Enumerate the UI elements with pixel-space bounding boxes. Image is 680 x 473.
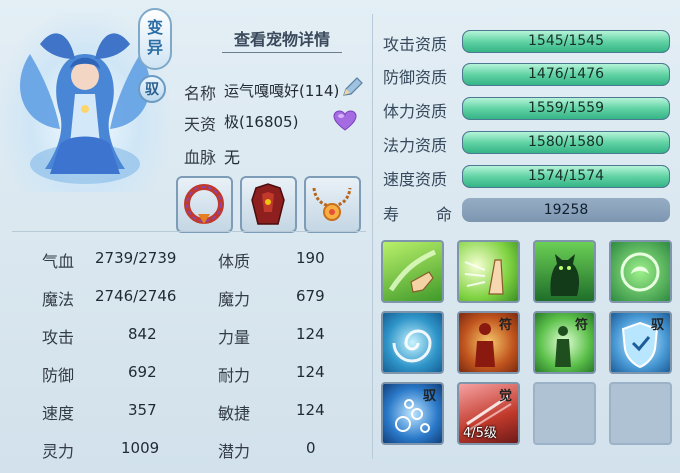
aptitude-bar-value: 1580/1580 <box>528 134 604 150</box>
skill-cat-shadow-icon <box>550 254 580 296</box>
stat-value: 842 <box>128 325 157 343</box>
aptitude-bar-label: 攻击资质 <box>383 35 448 54</box>
stat-label: 攻击 <box>42 328 75 347</box>
name-label: 名称 <box>184 84 217 103</box>
stat-label: 体质 <box>218 252 251 271</box>
rename-pencil-icon[interactable] <box>339 76 365 100</box>
necklace-icon <box>312 187 352 221</box>
skill-badge-yu: 驭 <box>651 318 665 333</box>
skill-slot[interactable]: 符 <box>533 311 596 374</box>
skill-hand-swipe-icon <box>388 249 437 293</box>
tame-tag: 驭 <box>138 75 166 103</box>
stats-divider <box>12 231 366 232</box>
skill-water-vortex-icon <box>392 329 432 363</box>
aptitude-bar-magic: 1580/1580 <box>462 131 670 154</box>
collar-icon <box>184 184 224 224</box>
stat-value: 190 <box>296 249 325 267</box>
skill-slot[interactable]: 驭 <box>609 311 672 374</box>
stat-label: 灵力 <box>42 442 75 461</box>
skill-awaken-level: 4/5级 <box>463 426 497 441</box>
stat-value: 0 <box>306 439 316 457</box>
stat-value: 124 <box>296 325 325 343</box>
aptitude-bar-label: 速度资质 <box>383 170 448 189</box>
stat-value: 124 <box>296 401 325 419</box>
aptitude-label: 天资 <box>184 115 217 134</box>
panel-divider <box>372 14 373 459</box>
aptitude-bar-value: 1559/1559 <box>528 100 604 116</box>
skill-badge-yu: 驭 <box>423 389 437 404</box>
pet-name-value: 运气嘎嘎好(114) <box>224 82 340 100</box>
aptitude-bar-label: 防御资质 <box>383 68 448 87</box>
equipment-slot-necklace[interactable] <box>304 176 361 233</box>
skill-shield-swirl-icon <box>620 252 660 292</box>
skill-slot[interactable] <box>457 240 520 303</box>
skill-slot[interactable] <box>381 311 444 374</box>
aptitude-bar-label: 法力资质 <box>383 136 448 155</box>
aptitude-bar-stamina: 1559/1559 <box>462 97 670 120</box>
bloodline-value: 无 <box>224 148 241 167</box>
stat-value: 2739/2739 <box>95 249 177 267</box>
equipment-slot-collar[interactable] <box>176 176 233 233</box>
skill-slot[interactable]: 驭 <box>381 382 444 445</box>
aptitude-bar-label: 体力资质 <box>383 102 448 121</box>
skill-badge-fu: 符 <box>499 318 513 333</box>
stat-label: 防御 <box>42 366 75 385</box>
aptitude-value: 极(16805) <box>224 113 299 131</box>
stat-label: 耐力 <box>218 366 251 385</box>
stat-value: 2746/2746 <box>95 287 177 305</box>
skill-slot[interactable] <box>609 240 672 303</box>
skill-slot[interactable] <box>381 240 444 303</box>
skill-slot[interactable]: 觉 4/5级 <box>457 382 520 445</box>
view-pet-details-link[interactable]: 查看宠物详情 <box>222 28 342 53</box>
stat-label: 魔法 <box>42 290 75 309</box>
aptitude-bar-value: 1545/1545 <box>528 33 604 49</box>
pet-detail-panel: 变异 驭 查看宠物详情 名称 运气嘎嘎好(114) 天资 极(16805) 血脉… <box>0 0 680 473</box>
mutant-tag: 变异 <box>138 8 172 70</box>
stat-value: 679 <box>296 287 325 305</box>
stat-label: 气血 <box>42 252 75 271</box>
stat-value: 124 <box>296 363 325 381</box>
stat-label: 魔力 <box>218 290 251 309</box>
skill-slot[interactable]: 符 <box>457 311 520 374</box>
skill-badge-jue: 觉 <box>499 389 513 404</box>
skill-slot[interactable] <box>533 240 596 303</box>
skill-slot-empty[interactable] <box>533 382 596 445</box>
armor-icon <box>251 183 285 225</box>
skill-badge-fu: 符 <box>575 318 589 333</box>
aptitude-bar-attack: 1545/1545 <box>462 30 670 53</box>
aptitude-bar-defense: 1476/1476 <box>462 63 670 86</box>
equipment-slot-armor[interactable] <box>240 176 297 233</box>
stat-value: 692 <box>128 363 157 381</box>
stat-value: 357 <box>128 401 157 419</box>
bloodline-label: 血脉 <box>184 148 217 167</box>
lifespan-label-b: 命 <box>436 205 453 224</box>
stat-label: 速度 <box>42 404 75 423</box>
stat-label: 潜力 <box>218 442 251 461</box>
stat-label: 敏捷 <box>218 404 251 423</box>
heart-icon[interactable] <box>333 110 357 132</box>
aptitude-bar-value: 1476/1476 <box>528 66 604 82</box>
stat-value: 1009 <box>121 439 160 457</box>
aptitude-bar-value: 1574/1574 <box>528 168 604 184</box>
stat-label: 力量 <box>218 328 251 347</box>
lifespan-bar: 19258 <box>462 198 670 222</box>
skill-slot-empty[interactable] <box>609 382 672 445</box>
lifespan-label-a: 寿 <box>383 205 400 224</box>
skill-palm-icon <box>464 259 504 295</box>
aptitude-bar-speed: 1574/1574 <box>462 165 670 188</box>
